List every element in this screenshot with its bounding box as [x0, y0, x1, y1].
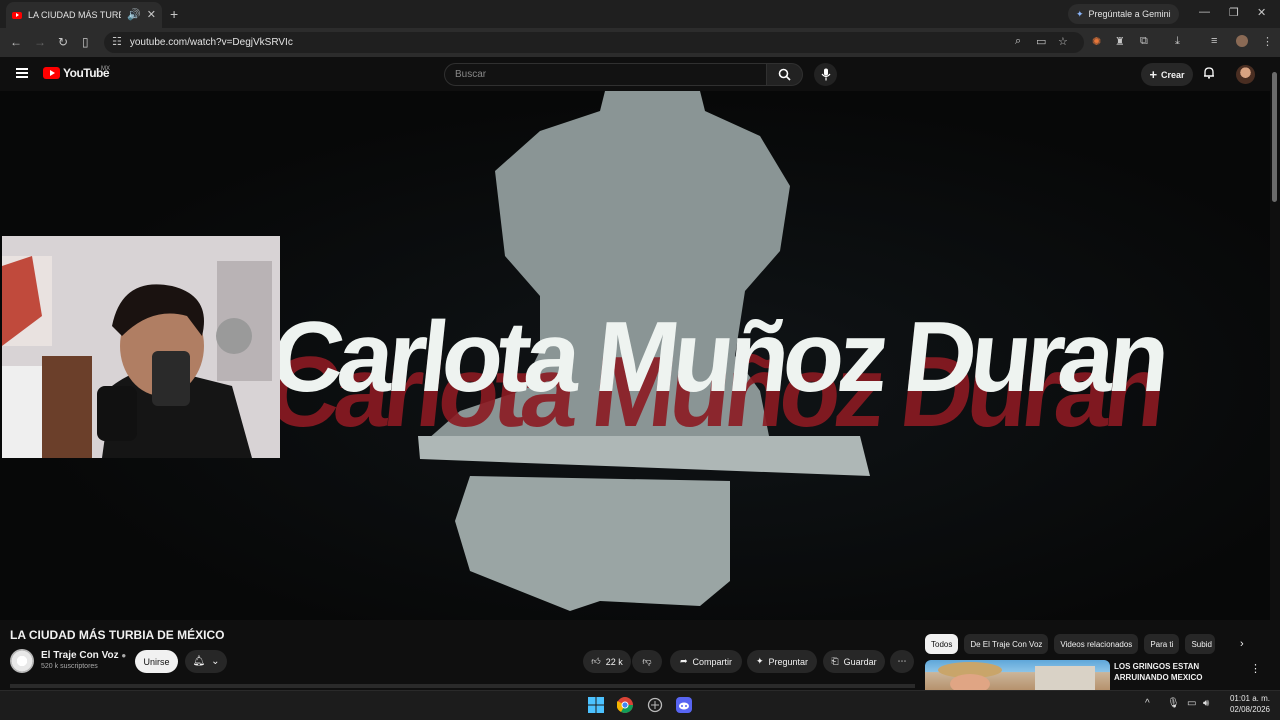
taskbar-clock[interactable]: 01:01 a. m. 02/08/2026: [1222, 693, 1270, 715]
notifications-bell-icon[interactable]: [1203, 66, 1215, 82]
more-actions-button[interactable]: ⋯: [890, 650, 914, 673]
join-button[interactable]: Unirse: [135, 650, 178, 673]
country-code: MX: [101, 66, 110, 72]
thumbs-down-icon: 👎︎: [642, 656, 652, 666]
search-input[interactable]: Buscar: [444, 63, 767, 86]
bookmark-star-icon[interactable]: ☆: [1058, 35, 1068, 48]
chip-for-you[interactable]: Para ti: [1144, 634, 1180, 654]
like-button[interactable]: 👍︎ 22 k: [583, 650, 631, 673]
create-button[interactable]: + Crear: [1141, 63, 1193, 86]
cast-icon[interactable]: ▭: [1036, 35, 1046, 48]
share-label: Compartir: [692, 656, 733, 667]
new-tab-button[interactable]: +: [170, 6, 178, 22]
like-count: 22 k: [605, 656, 623, 667]
bookmark-icon: ⎗: [831, 656, 839, 666]
close-window-icon[interactable]: ✕: [1257, 6, 1266, 19]
address-bar[interactable]: ☷ youtube.com/watch?v=DegjVkSRVIc: [104, 32, 1084, 53]
video-overlay-text: Carlota Muñoz Duran: [266, 301, 1170, 413]
chevron-right-icon[interactable]: ›: [1240, 638, 1244, 650]
verified-icon: ●: [121, 651, 127, 660]
microphone-icon: [821, 68, 830, 81]
youtube-favicon-icon: [12, 11, 22, 19]
channel-name-text: El Traje Con Voz: [41, 650, 119, 661]
gemini-button[interactable]: ✦ Pregúntale a Gemini: [1068, 4, 1179, 24]
extension-icon[interactable]: ✺: [1092, 35, 1101, 48]
save-label: Guardar: [843, 656, 877, 667]
chrome-taskbar-icon[interactable]: [616, 697, 633, 713]
hamburger-menu-icon[interactable]: [16, 68, 28, 78]
extensions-puzzle-icon[interactable]: ⧉: [1140, 35, 1148, 48]
clock-date: 02/08/2026: [1229, 705, 1270, 714]
reading-list-icon[interactable]: ≡: [1211, 35, 1217, 47]
search-icon: [778, 68, 791, 81]
forward-icon[interactable]: →: [34, 35, 46, 49]
tab-title: LA CIUDAD MÁS TURBIA DE: [28, 10, 121, 20]
related-filter-chips: Todos De El Traje Con Voz Videos relacio…: [925, 634, 1216, 654]
zoom-icon[interactable]: ⌕: [1015, 35, 1021, 48]
scrollbar-thumb[interactable]: [1272, 72, 1277, 202]
webcam-person-image: [2, 236, 280, 458]
app-taskbar-icon[interactable]: [647, 697, 663, 713]
minimize-icon[interactable]: —: [1199, 6, 1210, 18]
create-label: Crear: [1161, 69, 1185, 80]
tray-network-icon[interactable]: ▭: [1187, 698, 1196, 709]
download-icon[interactable]: ⤓: [1175, 35, 1180, 48]
clock-time: 01:01 a. m.: [1229, 694, 1270, 703]
save-button[interactable]: ⎗ Guardar: [823, 650, 885, 673]
search-button[interactable]: [766, 63, 803, 86]
extension-2-icon[interactable]: ♜: [1115, 35, 1125, 48]
related-thumbnail-art: [938, 662, 1095, 690]
voice-search-button[interactable]: [814, 63, 837, 86]
profile-avatar-icon[interactable]: [1236, 35, 1248, 47]
chip-related[interactable]: Videos relacionados: [1054, 634, 1139, 654]
gemini-label: Pregúntale a Gemini: [1088, 9, 1171, 19]
thumbs-up-icon: 👍︎: [591, 656, 601, 666]
speaker-icon[interactable]: 🔊: [127, 9, 141, 21]
windows-start-icon[interactable]: [588, 697, 604, 713]
user-avatar[interactable]: [1236, 65, 1255, 84]
plus-icon: +: [1149, 67, 1158, 82]
share-icon: ➦: [679, 656, 688, 666]
browser-menu-icon[interactable]: ⋮: [1262, 35, 1273, 48]
url-text: youtube.com/watch?v=DegjVkSRVIc: [129, 37, 293, 48]
video-title: LA CIUDAD MÁS TURBIA DE MÉXICO: [10, 628, 225, 642]
webcam-overlay: [2, 236, 280, 458]
tray-overflow-icon[interactable]: ^: [1145, 698, 1150, 709]
youtube-play-icon: [43, 67, 60, 79]
description-box: [10, 684, 915, 688]
split-view-icon[interactable]: ▯: [82, 35, 89, 49]
channel-name[interactable]: El Traje Con Voz ●: [41, 650, 126, 661]
gemini-sparkle-icon: ✦: [1076, 8, 1084, 19]
related-video-title[interactable]: LOS GRINGOS ESTAN ARRUINANDO MEXICO: [1114, 661, 1234, 683]
youtube-logo[interactable]: YouTube: [43, 66, 110, 80]
ask-button[interactable]: ✦ Preguntar: [747, 650, 817, 673]
chip-uploaded[interactable]: Subid: [1185, 634, 1216, 654]
dislike-button[interactable]: 👎︎: [632, 650, 662, 673]
share-button[interactable]: ➦ Compartir: [670, 650, 742, 673]
ask-label: Preguntar: [768, 656, 809, 667]
sparkle-icon: ✦: [755, 656, 764, 666]
subscription-bell-button[interactable]: 🔔︎ ⌄: [185, 650, 227, 673]
more-horizontal-icon: ⋯: [897, 656, 907, 666]
restore-icon[interactable]: ❐: [1229, 6, 1239, 19]
subscriber-count: 520 k suscriptores: [41, 663, 98, 670]
back-icon[interactable]: ←: [10, 35, 22, 49]
site-info-icon[interactable]: ☷: [112, 37, 122, 48]
browser-tab[interactable]: LA CIUDAD MÁS TURBIA DE 🔊 ✕: [6, 2, 162, 28]
reload-icon[interactable]: ↻: [58, 35, 68, 49]
close-tab-icon[interactable]: ✕: [147, 9, 156, 21]
chip-all[interactable]: Todos: [925, 634, 959, 654]
channel-avatar[interactable]: [10, 649, 34, 673]
related-more-icon[interactable]: ⋮: [1250, 662, 1261, 675]
windows-taskbar: [0, 690, 1280, 720]
tray-mic-icon[interactable]: 🎙︎: [1167, 698, 1180, 709]
chip-from-channel[interactable]: De El Traje Con Voz: [964, 634, 1049, 654]
bell-icon: 🔔︎: [192, 656, 206, 667]
discord-taskbar-icon[interactable]: [676, 697, 692, 713]
chevron-down-icon: ⌄: [211, 656, 220, 667]
related-video-thumbnail[interactable]: [925, 660, 1110, 690]
tray-volume-icon[interactable]: 🔊︎: [1203, 698, 1209, 709]
